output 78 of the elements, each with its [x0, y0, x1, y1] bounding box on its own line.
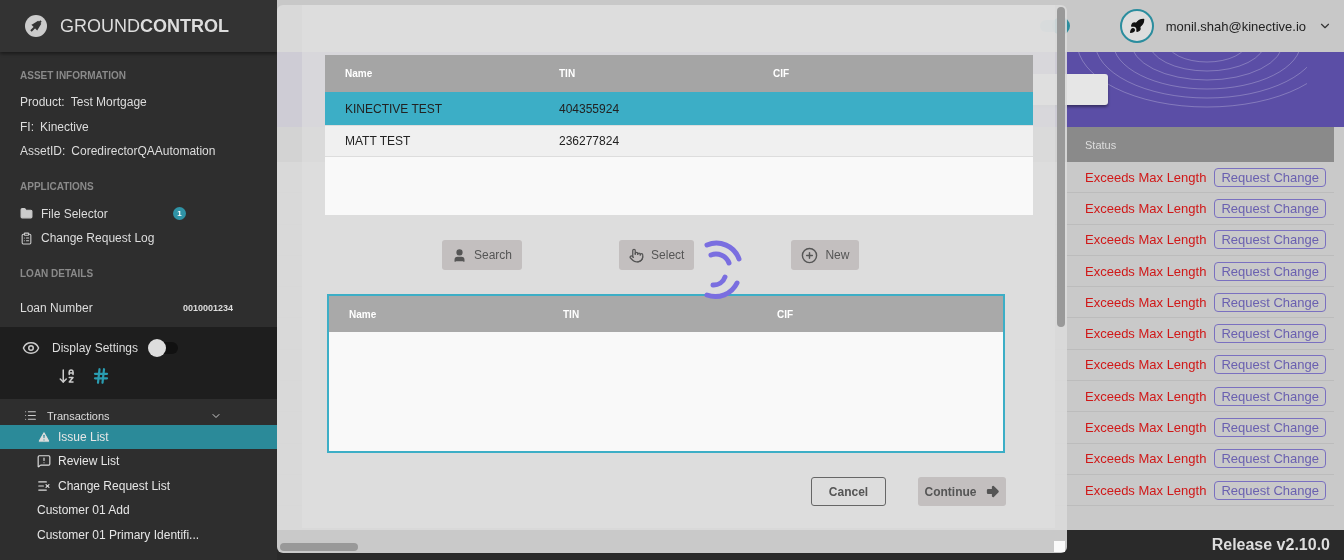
- status-text: Exceeds Max Length: [1085, 200, 1207, 216]
- pointer-icon: [629, 247, 645, 263]
- result-row[interactable]: KINECTIVE TEST 404355924: [325, 92, 1033, 126]
- column-header: CIF: [777, 308, 795, 320]
- clipboard-icon: [20, 231, 33, 245]
- cancel-button[interactable]: Cancel: [811, 477, 886, 506]
- continue-button[interactable]: Continue: [918, 477, 1006, 506]
- info-label: FI:: [20, 119, 34, 134]
- status-text: Exceeds Max Length: [1085, 357, 1207, 373]
- avatar-icon: [1119, 9, 1154, 43]
- app-link[interactable]: Change Request Log: [0, 226, 277, 251]
- section-heading: ASSET INFORMATION: [19, 68, 127, 83]
- column-header: TIN: [563, 308, 581, 320]
- info-value: 0010001234: [182, 302, 233, 313]
- logo-icon: [24, 14, 48, 38]
- nav-group[interactable]: Transactions: [0, 398, 277, 425]
- request-change-button[interactable]: Request Change: [1214, 292, 1326, 312]
- user-email: monil.shah@kinective.io: [1165, 18, 1306, 34]
- list-icon: [24, 409, 37, 422]
- info-value: Test Mortgage: [70, 95, 147, 110]
- column-header: Status: [1085, 138, 1118, 151]
- warning-icon: [37, 429, 51, 444]
- info-value: Kinective: [40, 119, 89, 134]
- status-text: Exceeds Max Length: [1085, 451, 1207, 467]
- dialog-button[interactable]: Search: [442, 240, 523, 270]
- dialog-button[interactable]: New: [791, 240, 860, 270]
- section-heading: APPLICATIONS: [19, 180, 95, 194]
- status-text: Exceeds Max Length: [1085, 388, 1207, 404]
- status-text: Exceeds Max Length: [1085, 326, 1207, 342]
- request-change-button[interactable]: Request Change: [1214, 418, 1326, 437]
- plus-icon: [801, 246, 819, 264]
- folder-icon: [20, 207, 33, 221]
- status-text: Exceeds Max Length: [1085, 420, 1207, 435]
- request-change-button[interactable]: Request Change: [1214, 386, 1326, 406]
- status-text: Exceeds Max Length: [1085, 169, 1207, 185]
- info-label: Product:: [20, 95, 65, 110]
- status-text: Exceeds Max Length: [1085, 294, 1207, 310]
- info-value: CoredirectorQAAutomation: [71, 144, 216, 159]
- display-settings-label: Display Settings: [52, 340, 139, 355]
- nav-item[interactable]: Customer 01 Primary Identifi...: [0, 522, 277, 547]
- hash-icon[interactable]: [92, 366, 110, 385]
- column-header: TIN: [559, 68, 577, 79]
- dialog-button[interactable]: Select: [619, 240, 695, 270]
- release-version: Release v2.10.0: [1211, 536, 1330, 554]
- arrow-icon: [984, 484, 1000, 499]
- nav-item[interactable]: Change Request List: [0, 473, 277, 498]
- request-change-button[interactable]: Request Change: [1214, 449, 1326, 469]
- scrollbar-thumb[interactable]: [280, 543, 358, 551]
- status-text: Exceeds Max Length: [1085, 263, 1207, 279]
- sort-az-icon[interactable]: [58, 366, 76, 385]
- status-text: Exceeds Max Length: [1085, 232, 1207, 248]
- request-change-button[interactable]: Request Change: [1214, 167, 1326, 187]
- column-header: Name: [345, 68, 374, 79]
- nav-item[interactable]: Customer 01 Add: [0, 498, 277, 523]
- info-label: Loan Number: [20, 300, 93, 315]
- request-change-button[interactable]: Request Change: [1214, 480, 1326, 500]
- request-change-button[interactable]: Request Change: [1214, 230, 1326, 250]
- column-header: Name: [349, 308, 378, 320]
- request-change-button[interactable]: Request Change: [1214, 355, 1326, 375]
- scrollbar-corner: [1054, 541, 1065, 552]
- app-logo: GROUNDCONTROL: [60, 15, 229, 37]
- column-header: CIF: [773, 68, 791, 79]
- display-toggle[interactable]: [150, 341, 179, 354]
- count-badge: 1: [173, 207, 186, 221]
- request-change-button[interactable]: Request Change: [1214, 324, 1326, 344]
- comment-icon: [37, 454, 51, 469]
- scrollbar-thumb[interactable]: [1057, 7, 1065, 327]
- info-label: AssetID:: [20, 144, 66, 159]
- user-icon: [452, 247, 467, 263]
- status-text: Exceeds Max Length: [1085, 482, 1207, 498]
- request-change-button[interactable]: Request Change: [1214, 261, 1326, 281]
- request-change-button[interactable]: Request Change: [1214, 198, 1326, 218]
- app-link[interactable]: File Selector 1: [0, 201, 277, 226]
- nav-item[interactable]: Issue List: [0, 424, 277, 449]
- nav-item[interactable]: Review List: [0, 449, 277, 474]
- result-row[interactable]: MATT TEST 236277824: [325, 126, 1033, 157]
- section-heading: LOAN DETAILS: [19, 267, 95, 281]
- list-x-icon: [37, 478, 51, 493]
